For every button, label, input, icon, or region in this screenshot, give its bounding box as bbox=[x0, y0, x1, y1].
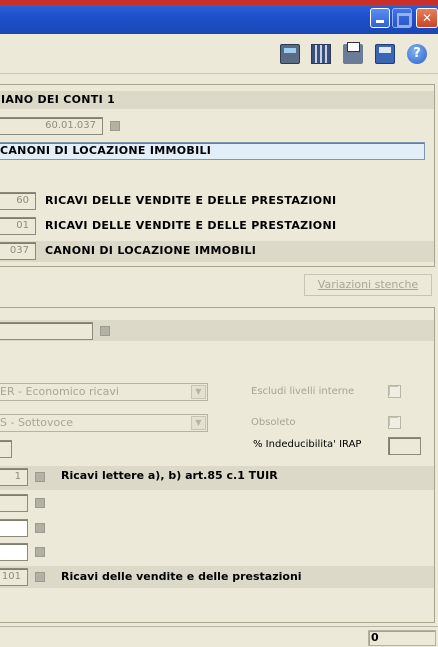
type-combo-value: ER - Economico ricavi bbox=[0, 385, 119, 398]
record-count: 0 bbox=[368, 630, 436, 646]
hierarchy-label-3: CANONI DI LOCAZIONE IMMOBILI bbox=[45, 244, 257, 257]
close-button[interactable]: ✕ bbox=[416, 8, 438, 28]
mapping-code-5: 101 bbox=[0, 568, 28, 586]
calculator-icon[interactable] bbox=[280, 44, 300, 64]
plan-name: IANO DEI CONTI 1 bbox=[1, 93, 116, 106]
hierarchy-code-2: 01 bbox=[0, 217, 36, 235]
mapping-code-3[interactable] bbox=[0, 519, 28, 537]
obsolete-label: Obsoleto bbox=[251, 417, 296, 428]
mapping-lookup-3[interactable] bbox=[35, 523, 45, 533]
hierarchy-code-1: 60 bbox=[0, 192, 36, 210]
status-bar: 0 bbox=[0, 626, 438, 647]
maximize-button[interactable] bbox=[392, 8, 412, 28]
table-icon[interactable] bbox=[311, 44, 331, 64]
help-icon[interactable]: ? bbox=[407, 44, 427, 64]
details-lookup-indicator bbox=[100, 326, 110, 336]
obsolete-checkbox[interactable] bbox=[388, 416, 401, 429]
type-combo[interactable]: ER - Economico ricavi ▼ bbox=[0, 383, 208, 401]
maximize-icon bbox=[393, 9, 411, 27]
hierarchy-label-1: RICAVI DELLE VENDITE E DELLE PRESTAZIONI bbox=[45, 194, 337, 207]
lookup-indicator bbox=[110, 121, 120, 131]
hierarchy-code-3: 037 bbox=[0, 242, 36, 260]
account-description-text: CANONI DI LOCAZIONE IMMOBILI bbox=[0, 144, 212, 157]
variations-button[interactable]: Variazioni stenche bbox=[304, 274, 432, 296]
mapping-lookup-4[interactable] bbox=[35, 547, 45, 557]
chevron-down-icon[interactable]: ▼ bbox=[191, 416, 206, 430]
chevron-down-icon[interactable]: ▼ bbox=[191, 385, 206, 399]
exclude-checkbox[interactable] bbox=[388, 385, 401, 398]
title-accent-strip bbox=[0, 0, 438, 5]
toolbar: ? bbox=[0, 34, 438, 74]
mapping-code-2[interactable] bbox=[0, 494, 28, 512]
mapping-lookup-2[interactable] bbox=[35, 498, 45, 508]
details-panel: ER - Economico ricavi ▼ Escludi livelli … bbox=[0, 307, 435, 623]
irap-label: % Indeducibilita' IRAP bbox=[253, 439, 362, 450]
account-description-field[interactable]: CANONI DI LOCAZIONE IMMOBILI bbox=[0, 142, 425, 160]
account-code-field: 60.01.037 bbox=[0, 117, 103, 135]
mapping-code-1: 1 bbox=[0, 468, 28, 486]
subtype-combo[interactable]: S - Sottovoce ▼ bbox=[0, 414, 208, 432]
subtype-combo-value: S - Sottovoce bbox=[0, 416, 74, 429]
hierarchy-label-2: RICAVI DELLE VENDITE E DELLE PRESTAZIONI bbox=[45, 219, 337, 232]
extra-code-field[interactable] bbox=[0, 440, 12, 458]
mapping-code-4[interactable] bbox=[0, 543, 28, 561]
mapping-label-1: Ricavi lettere a), b) art.85 c.1 TUIR bbox=[61, 469, 278, 482]
minimize-icon bbox=[371, 9, 389, 27]
mapping-lookup-5[interactable] bbox=[35, 572, 45, 582]
exclude-label: Escludi livelli interne bbox=[251, 386, 355, 397]
account-panel: IANO DEI CONTI 1 60.01.037 CANONI DI LOC… bbox=[0, 84, 435, 267]
irap-field[interactable] bbox=[388, 437, 421, 455]
mapping-lookup-1[interactable] bbox=[35, 472, 45, 482]
title-bar: ✕ bbox=[0, 0, 438, 34]
save-icon[interactable] bbox=[375, 44, 395, 64]
details-code-field[interactable] bbox=[0, 322, 93, 340]
print-icon[interactable] bbox=[343, 42, 363, 64]
minimize-button[interactable] bbox=[370, 8, 390, 28]
close-icon: ✕ bbox=[421, 11, 433, 25]
mapping-label-5: Ricavi delle vendite e delle prestazioni bbox=[61, 570, 302, 583]
